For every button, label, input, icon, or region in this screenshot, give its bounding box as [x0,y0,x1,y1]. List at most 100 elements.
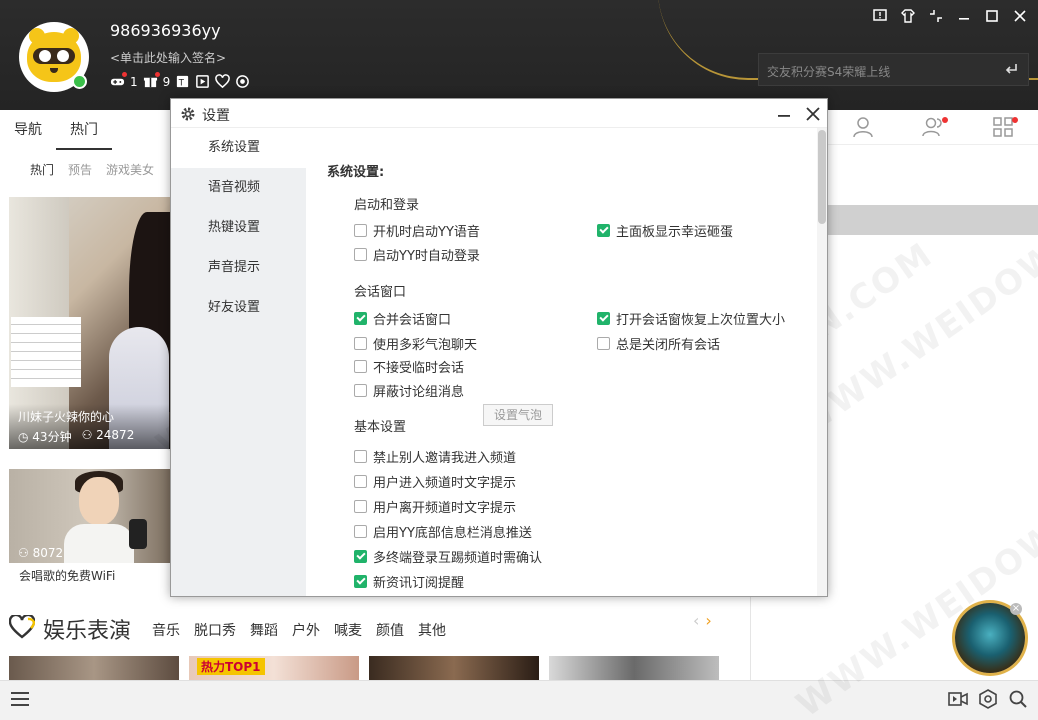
tab-hot[interactable]: 热门 [56,110,112,150]
stream-caption: 川妹子火辣你的心 ◷ 43分钟 ⚇ 24872 [9,404,170,449]
settings-hex-icon[interactable] [978,689,998,709]
search-icon[interactable] [1008,689,1028,709]
duration-value: 43分钟 [32,430,72,444]
svg-text:T: T [178,77,185,87]
section-title: 娱乐表演 [43,619,132,644]
list-header-bar [828,205,1038,235]
category-looks[interactable]: 颜值 [376,620,404,640]
ent-stream-card[interactable] [369,656,539,680]
close-icon[interactable] [803,104,823,124]
enter-icon[interactable] [1004,62,1018,76]
subtab-hot[interactable]: 热门 [0,150,54,190]
group-icon[interactable] [898,110,968,144]
maximize-icon[interactable] [980,6,1004,26]
option-label: 禁止别人邀请我进入频道 [373,450,517,466]
checkbox-news-sub[interactable]: 新资讯订阅提醒 [354,572,464,591]
sub-tabs: 热门 预告 游戏美女 [0,150,175,190]
online-status-dot[interactable] [72,74,87,89]
subtab-game-beauty[interactable]: 游戏美女 [92,150,154,190]
skin-icon[interactable] [896,6,920,26]
menu-icon[interactable] [10,689,30,709]
video-camera-icon[interactable] [948,689,968,709]
next-arrow-icon[interactable]: › [705,611,711,630]
gamepad-icon[interactable] [110,72,127,89]
sidebar-item-sound[interactable]: 声音提示 [171,248,306,288]
minimize-icon[interactable] [952,6,976,26]
checkbox-block-group[interactable]: 屏蔽讨论组消息 [354,381,464,400]
dialog-titlebar[interactable]: 设置 [171,99,827,128]
stream-title: 川妹子火辣你的心 [18,410,115,424]
category-outdoor[interactable]: 户外 [292,620,320,640]
sidebar-item-hotkeys[interactable]: 热键设置 [171,208,306,248]
scrollbar[interactable] [817,128,827,596]
gear-icon [181,107,195,121]
checkbox-bottom-push[interactable]: 启用YY底部信息栏消息推送 [354,522,532,541]
stream-card[interactable]: ⚇ 8072 [9,469,170,563]
stream-title[interactable]: 会唱歌的免费WiFi [19,567,115,584]
group-title-basic: 基本设置 [354,420,407,435]
contact-icon[interactable] [828,110,898,144]
duration-label: ◷ 43分钟 [18,430,72,444]
sidebar-item-voice-video[interactable]: 语音视频 [171,168,306,208]
scrollbar-thumb[interactable] [818,130,826,224]
option-label: 启用YY底部信息栏消息推送 [373,525,532,541]
mini-mode-icon[interactable] [924,6,948,26]
feedback-icon[interactable] [868,6,892,26]
checkbox-show-egg[interactable]: 主面板显示幸运砸蛋 [597,221,733,240]
option-label: 合并会话窗口 [373,312,452,328]
settings-dialog: 设置 系统设置 语音视频 热键设置 声音提示 好友设置 系统设置: 启动和登录 … [170,98,828,597]
checkbox-no-invite[interactable]: 禁止别人邀请我进入频道 [354,447,517,466]
video-play-icon[interactable] [195,74,210,89]
username[interactable]: 986936936yy [110,21,221,40]
category-dance[interactable]: 舞蹈 [250,620,278,640]
viewer-count: 24872 [96,428,135,442]
checkbox-bubble-chat[interactable]: 使用多彩气泡聊天 [354,334,478,353]
category-other[interactable]: 其他 [418,620,446,640]
top-tag: 热力TOP1 [197,658,265,675]
set-bubble-button[interactable]: 设置气泡 [483,404,553,426]
sidebar-item-system[interactable]: 系统设置 [171,128,306,168]
checkbox-no-temp-session[interactable]: 不接受临时会话 [354,357,464,376]
viewer-count: 8072 [32,546,64,560]
search-input[interactable]: 交友积分赛S4荣耀上线 [758,53,1029,86]
ent-stream-card[interactable]: 热力TOP1 [189,656,359,680]
gifts-count: 9 [162,74,171,89]
ent-stream-card[interactable] [549,656,719,680]
checkbox-enter-tip[interactable]: 用户进入频道时文字提示 [354,472,516,491]
settings-sidebar: 系统设置 语音视频 热键设置 声音提示 好友设置 [171,128,306,596]
sidebar-item-friends[interactable]: 好友设置 [171,288,306,328]
minimize-icon[interactable] [774,104,794,124]
friends-count: 1 [130,74,138,89]
checkbox-auto-start[interactable]: 开机时启动YY语音 [354,221,480,240]
stream-card[interactable]: 川妹子火辣你的心 ◷ 43分钟 ⚇ 24872 [9,197,170,449]
checkbox-close-all[interactable]: 总是关闭所有会话 [597,334,720,353]
gift-icon[interactable] [143,72,160,89]
heart-icon[interactable] [215,74,231,89]
subtab-preview[interactable]: 预告 [54,150,92,190]
bottom-right-icons [948,689,1028,709]
checkbox-merge-session[interactable]: 合并会话窗口 [354,309,452,328]
bottom-toolbar [0,680,1038,720]
option-label: 开机时启动YY语音 [373,224,480,240]
category-music[interactable]: 音乐 [152,620,180,640]
apps-grid-icon[interactable] [968,110,1038,144]
option-label: 多终端登录互踢频道时需确认 [373,550,543,566]
checkbox-leave-tip[interactable]: 用户离开频道时文字提示 [354,497,517,516]
tab-navigation[interactable]: 导航 [0,110,56,150]
ent-stream-card[interactable] [9,656,179,680]
option-label: 用户离开频道时文字提示 [373,500,517,516]
category-shout[interactable]: 喊麦 [334,620,362,640]
dialog-title: 设置 [202,108,230,124]
orb-close-icon[interactable]: × [1010,603,1022,615]
category-talk-show[interactable]: 脱口秀 [194,620,236,640]
search-placeholder: 交友积分赛S4荣耀上线 [767,65,891,79]
checkbox-restore-size[interactable]: 打开会话窗恢复上次位置大小 [597,309,785,328]
checkbox-auto-login[interactable]: 启动YY时自动登录 [354,245,480,264]
eye-target-icon[interactable] [235,74,250,89]
option-label: 使用多彩气泡聊天 [373,337,478,353]
signature-field[interactable]: <单击此处输入签名> [110,49,226,66]
close-icon[interactable] [1008,6,1032,26]
checkbox-multi-login[interactable]: 多终端登录互踢频道时需确认 [354,547,543,566]
ticket-icon[interactable]: T [175,74,190,89]
prev-arrow-icon[interactable]: ‹ [693,611,699,630]
